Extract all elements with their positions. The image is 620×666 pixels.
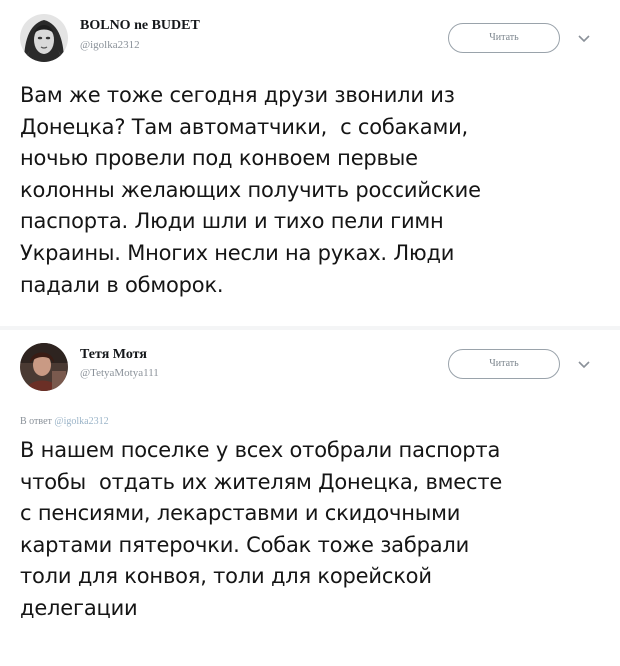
tweet-text: В нашем поселке у всех отобрали паспорта… <box>20 438 503 620</box>
photo-avatar-icon <box>20 343 68 391</box>
author-avatar[interactable] <box>20 343 68 391</box>
tweet-text: Вам же тоже сегодня друзи звонили из Дон… <box>20 83 481 297</box>
chevron-down-icon[interactable] <box>578 361 590 369</box>
author-name[interactable]: Тетя Мотя <box>80 347 147 363</box>
author-avatar[interactable] <box>20 14 68 62</box>
follow-button[interactable]: Читать <box>448 349 560 379</box>
reply-prefix: В ответ <box>20 416 52 427</box>
follow-button[interactable]: Читать <box>448 23 560 53</box>
author-handle[interactable]: @igolka2312 <box>80 39 140 51</box>
tweet: Тетя Мотя @TetyaMotya111 Читать В ответ … <box>0 330 620 666</box>
chevron-down-icon[interactable] <box>578 35 590 43</box>
author-handle[interactable]: @TetyaMotya111 <box>80 367 159 379</box>
author-name[interactable]: BOLNO ne BUDET <box>80 18 200 34</box>
tweet: BOLNO ne BUDET @igolka2312 Читать Вам же… <box>0 0 620 326</box>
reply-context: В ответ @igolka2312 <box>20 416 109 427</box>
portrait-avatar-icon <box>20 14 68 62</box>
reply-mention-link[interactable]: @igolka2312 <box>54 416 108 427</box>
